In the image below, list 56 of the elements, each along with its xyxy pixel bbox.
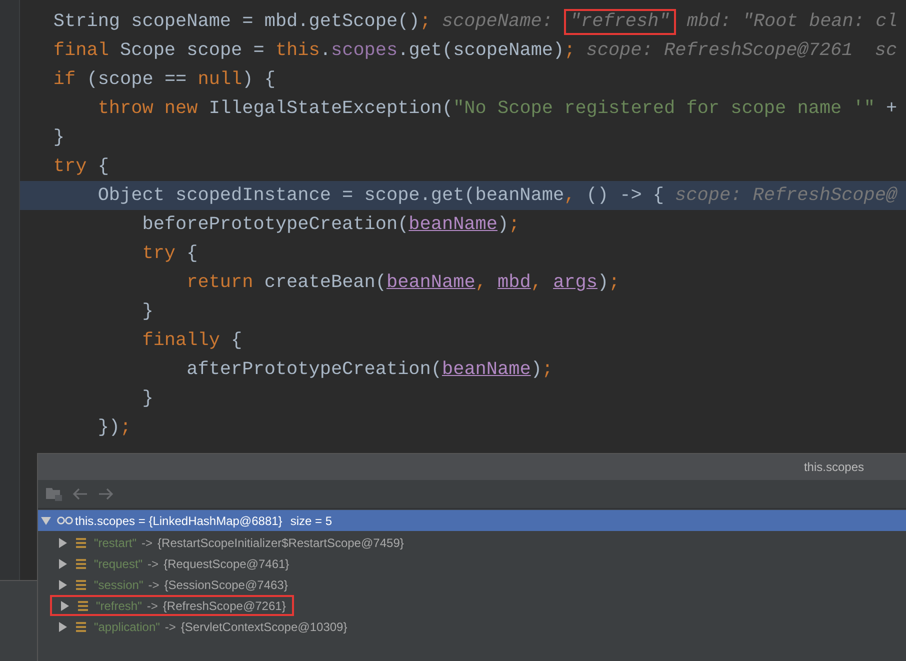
field-icon: [76, 622, 86, 632]
triangle-icon[interactable]: [41, 516, 51, 526]
tree-row[interactable]: this.scopes = {LinkedHashMap@6881} size = 5: [38, 510, 906, 531]
code-text: String scopeName = mbd.getScope();: [52, 10, 431, 34]
code-text: Object scopedInstance = scope.get(beanName, () -> {: [96, 184, 664, 208]
map-key: "restart": [94, 534, 137, 552]
boxed-inline-value: "refresh": [564, 8, 676, 34]
map-key: "refresh": [96, 596, 142, 614]
code-text: afterPrototypeCreation(beanName);: [186, 358, 554, 382]
arrow-text: ->: [148, 556, 159, 572]
code-text: throw new IllegalStateException("No Scope registered for scope name '" +: [96, 97, 898, 121]
inline-value-hint: scope: RefreshScope@: [675, 184, 898, 208]
field-icon: [78, 600, 88, 610]
map-value: {ServletContextScope@10309}: [180, 618, 348, 636]
code-text: if (scope == null) {: [52, 68, 276, 92]
arrow-text: ->: [146, 598, 158, 614]
code-text: try {: [141, 242, 198, 266]
map-value: {RefreshScope@7261}: [162, 598, 286, 614]
map-key: "application": [94, 618, 160, 636]
code-text: }: [52, 126, 65, 150]
arrow-text: ->: [148, 576, 160, 594]
watch-expression: this.scopes = {LinkedHashMap@6881}: [75, 512, 282, 530]
code-text: try {: [52, 155, 109, 179]
triangle-icon[interactable]: [58, 622, 68, 632]
code-text: }: [141, 387, 154, 411]
arrow-text: ->: [142, 534, 153, 552]
triangle-icon[interactable]: [58, 558, 68, 568]
field-icon: [76, 538, 86, 548]
map-key: "request": [94, 554, 143, 572]
map-value: {SessionScope@7463}: [164, 576, 288, 594]
inline-value-hint: scope: RefreshScope@7261 sc: [586, 39, 898, 63]
size-label: size = 5: [290, 512, 332, 530]
map-value: {RestartScopeInitializer$RestartScope@7459}: [158, 534, 404, 552]
glasses-icon: [57, 516, 73, 525]
map-key: "session": [94, 576, 144, 594]
tree-row[interactable]: "application" -> {ServletContextScope@10309}: [50, 616, 354, 637]
code-text: finally {: [141, 329, 242, 353]
tree-row[interactable]: "session" -> {SessionScope@7463}: [50, 574, 294, 595]
field-icon: [76, 558, 86, 568]
code-text: }: [141, 300, 154, 324]
triangle-icon[interactable]: [58, 538, 68, 548]
tree-row[interactable]: "restart" -> {RestartScopeInitializer$RestartScope@7459}: [50, 532, 410, 553]
code-text: });: [96, 416, 132, 440]
inline-value-hint: scopeName:: [442, 10, 553, 34]
code-text: final Scope scope = this.scopes.get(scopeName);: [52, 39, 576, 63]
inline-value-hint: mbd: "Root bean: cl: [686, 10, 898, 34]
map-value: {RequestScope@7461}: [164, 556, 290, 572]
code-text: return createBean(beanName, mbd, args);: [186, 271, 620, 295]
tree-row[interactable]: "refresh" -> {RefreshScope@7261}: [50, 595, 294, 616]
triangle-icon[interactable]: [58, 580, 68, 590]
triangle-icon[interactable]: [60, 600, 70, 610]
arrow-text: ->: [164, 618, 176, 636]
tree-row[interactable]: "request" -> {RequestScope@7461}: [50, 553, 296, 574]
field-icon: [76, 580, 86, 590]
popup-title: this.scopes: [804, 459, 864, 476]
code-text: beforePrototypeCreation(beanName);: [141, 213, 520, 237]
